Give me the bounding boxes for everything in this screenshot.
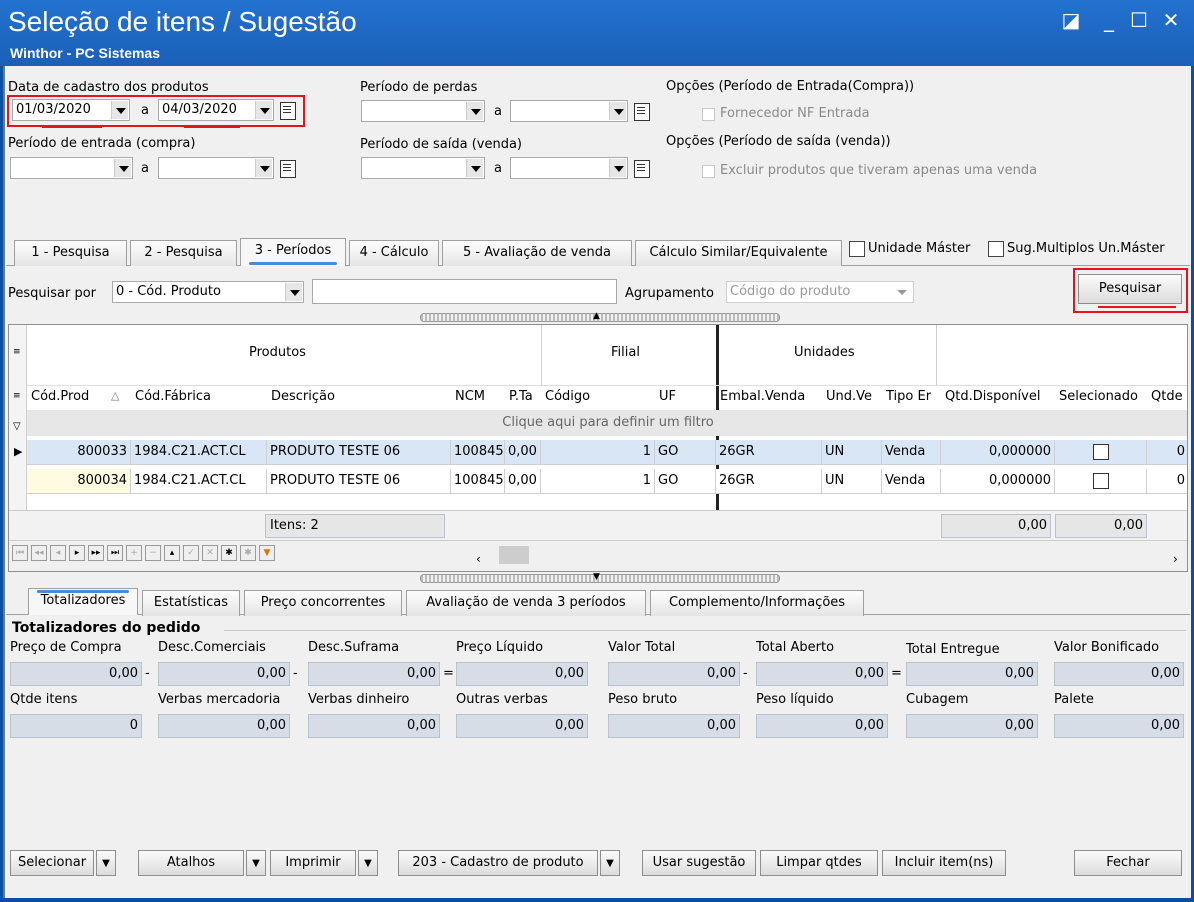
selecionar-button[interactable]: Selecionar bbox=[10, 850, 94, 876]
total-label: Verbas mercadoria bbox=[158, 692, 281, 707]
chevron-down-icon: ▼ bbox=[252, 858, 260, 869]
total-value-field: 0,00 bbox=[608, 662, 740, 686]
total-label: Total Aberto bbox=[756, 640, 835, 655]
total-label: Valor Total bbox=[608, 640, 676, 655]
atalhos-button[interactable]: Atalhos bbox=[138, 850, 244, 876]
total-value-field: 0,00 bbox=[158, 714, 290, 738]
cadastro-produto-button[interactable]: 203 - Cadastro de produto bbox=[398, 850, 598, 876]
total-value-field: 0,00 bbox=[456, 662, 588, 686]
total-label: Verbas dinheiro bbox=[308, 692, 410, 707]
operator-sign: = bbox=[443, 666, 454, 681]
total-value-field: 0,00 bbox=[608, 714, 740, 738]
limpar-qtdes-button[interactable]: Limpar qtdes bbox=[760, 850, 878, 876]
total-value-field: 0,00 bbox=[906, 714, 1038, 738]
total-value-field: 0,00 bbox=[308, 662, 440, 686]
window-client-area: Data de cadastro dos produtos 01/03/2020… bbox=[3, 66, 1191, 898]
total-label: Total Entregue bbox=[906, 642, 1000, 657]
total-value-field: 0,00 bbox=[756, 714, 888, 738]
total-value-field: 0 bbox=[10, 714, 142, 738]
total-label: Preço Líquido bbox=[456, 640, 544, 655]
imprimir-button[interactable]: Imprimir bbox=[270, 850, 356, 876]
total-label: Desc.Suframa bbox=[308, 640, 400, 655]
total-label: Preço de Compra bbox=[10, 640, 122, 655]
total-label: Peso líquido bbox=[756, 692, 834, 707]
cadastro-menu-button[interactable]: ▼ bbox=[600, 850, 620, 876]
chevron-down-icon: ▼ bbox=[364, 858, 372, 869]
operator-sign: - bbox=[145, 666, 150, 681]
total-label: Peso bruto bbox=[608, 692, 678, 707]
chevron-down-icon: ▼ bbox=[102, 858, 110, 869]
operator-sign: - bbox=[293, 666, 298, 681]
total-value-field: 0,00 bbox=[10, 662, 142, 686]
operator-sign: = bbox=[891, 666, 902, 681]
chevron-down-icon: ▼ bbox=[606, 858, 614, 869]
total-value-field: 0,00 bbox=[1054, 714, 1184, 738]
total-label: Qtde itens bbox=[10, 692, 78, 707]
usar-sugestao-button[interactable]: Usar sugestão bbox=[642, 850, 756, 876]
total-label: Palete bbox=[1054, 692, 1094, 707]
total-label: Cubagem bbox=[906, 692, 969, 707]
fechar-button[interactable]: Fechar bbox=[1074, 850, 1182, 876]
total-value-field: 0,00 bbox=[756, 662, 888, 686]
imprimir-menu-button[interactable]: ▼ bbox=[358, 850, 378, 876]
total-label: Outras verbas bbox=[456, 692, 548, 707]
total-value-field: 0,00 bbox=[906, 662, 1038, 686]
total-value-field: 0,00 bbox=[1054, 662, 1184, 686]
atalhos-menu-button[interactable]: ▼ bbox=[246, 850, 266, 876]
app-window: Seleção de itens / Sugestão Winthor - PC… bbox=[0, 0, 1194, 902]
totals-panel: Preço de Compra 0,00 Desc.Comerciais 0,00 De… bbox=[2, 0, 1194, 760]
total-value-field: 0,00 bbox=[456, 714, 588, 738]
total-label: Valor Bonificado bbox=[1054, 640, 1160, 655]
operator-sign: - bbox=[743, 666, 748, 681]
total-label: Desc.Comerciais bbox=[158, 640, 266, 655]
total-value-field: 0,00 bbox=[308, 714, 440, 738]
selecionar-menu-button[interactable]: ▼ bbox=[96, 850, 116, 876]
total-value-field: 0,00 bbox=[158, 662, 290, 686]
incluir-itens-button[interactable]: Incluir item(ns) bbox=[882, 850, 1006, 876]
